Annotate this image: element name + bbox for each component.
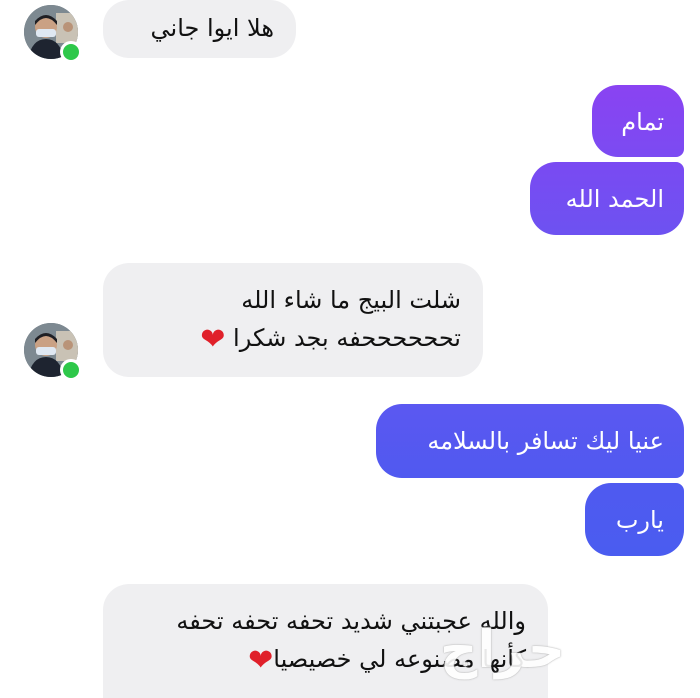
online-status-dot xyxy=(60,359,82,381)
message-bubble-outgoing[interactable]: تمام xyxy=(592,85,684,157)
message-text: يارب xyxy=(615,506,664,534)
message-text: الحمد الله xyxy=(565,185,664,213)
message-bubble-outgoing[interactable]: يارب xyxy=(585,483,684,556)
red-heart-icon: ❤ xyxy=(200,322,226,357)
red-heart-icon: ❤ xyxy=(248,643,274,678)
message-text: عنيا ليك تسافر بالسلامه xyxy=(427,427,664,455)
message-text: هلا ايوا جاني xyxy=(150,14,274,42)
haraj-watermark: حراج xyxy=(440,620,566,680)
message-text: تمام xyxy=(621,108,664,136)
message-text-line-2: تححححححفه بجد شكرا ❤ xyxy=(103,319,461,359)
online-status-dot xyxy=(60,41,82,63)
message-bubble-outgoing[interactable]: الحمد الله xyxy=(530,162,684,235)
message-text: تححححححفه بجد شكرا xyxy=(233,324,461,352)
message-bubble-incoming[interactable]: شلت البيج ما شاء الله تححححححفه بجد شكرا… xyxy=(103,263,483,377)
message-bubble-outgoing[interactable]: عنيا ليك تسافر بالسلامه xyxy=(376,404,684,478)
message-bubble-incoming[interactable]: هلا ايوا جاني xyxy=(103,0,296,58)
message-text: شلت البيج ما شاء الله xyxy=(241,286,461,314)
